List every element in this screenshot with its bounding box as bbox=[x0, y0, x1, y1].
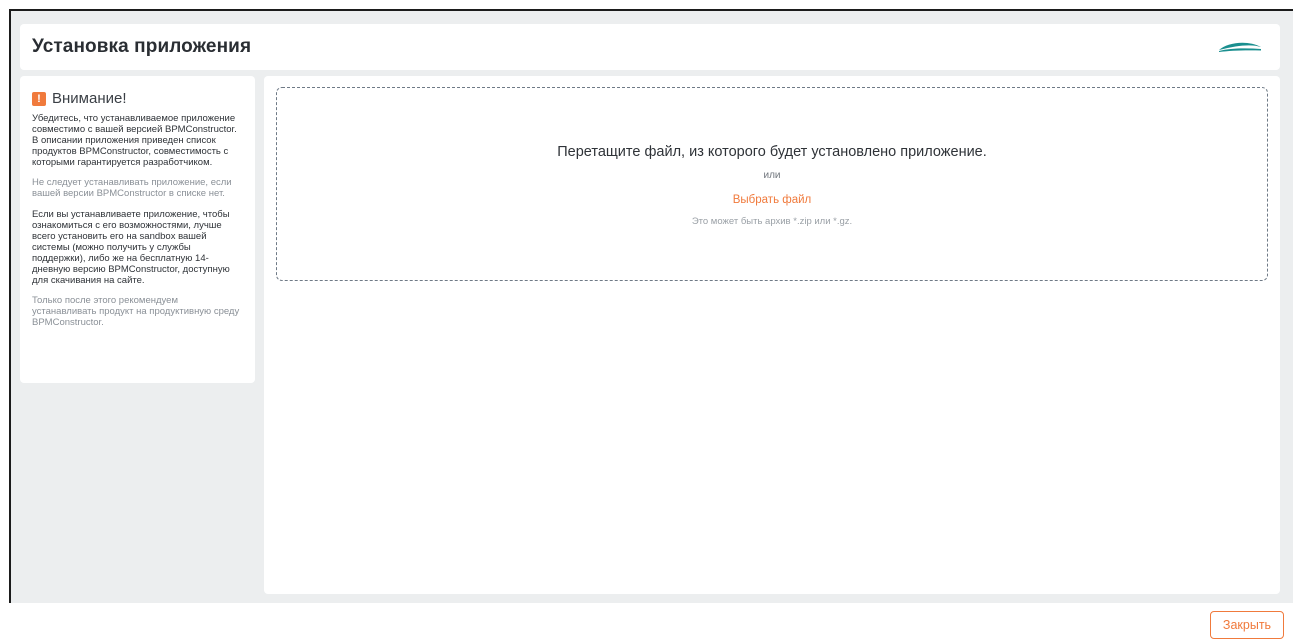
warning-paragraph-sandbox: Если вы устанавливаете приложение, чтобы… bbox=[32, 209, 230, 286]
choose-file-link[interactable]: Выбрать файл bbox=[277, 194, 1267, 206]
warning-title: Внимание! bbox=[52, 90, 127, 107]
brand-logo-icon bbox=[1219, 42, 1261, 52]
file-type-hint: Это может быть архив *.zip или *.gz. bbox=[691, 216, 853, 227]
page-title: Установка приложения bbox=[32, 36, 252, 57]
warning-paragraph-not-listed: Не следует устанавливать приложение, есл… bbox=[32, 177, 232, 199]
header-panel: Установка приложения bbox=[20, 24, 1280, 70]
close-button[interactable]: Закрыть bbox=[1210, 611, 1284, 639]
dialog-footer: Закрыть bbox=[0, 603, 1293, 644]
file-drop-zone[interactable]: Перетащите файл, из которого будет устан… bbox=[276, 87, 1268, 281]
warning-panel: ! Внимание! Убедитесь, что устанавливаем… bbox=[20, 76, 255, 383]
warning-paragraph-compatibility: Убедитесь, что устанавливаемое приложени… bbox=[32, 113, 237, 168]
warning-header: ! Внимание! bbox=[32, 90, 243, 107]
upload-panel: Перетащите файл, из которого будет устан… bbox=[264, 76, 1280, 594]
warning-paragraph-production: Только после этого рекомендуем устанавли… bbox=[32, 295, 240, 328]
app-frame: Установка приложения ! Внимание! Убедите… bbox=[9, 9, 1293, 603]
drop-zone-or: или bbox=[763, 170, 781, 181]
drop-zone-title: Перетащите файл, из которого будет устан… bbox=[557, 144, 987, 160]
exclamation-icon: ! bbox=[32, 91, 46, 106]
